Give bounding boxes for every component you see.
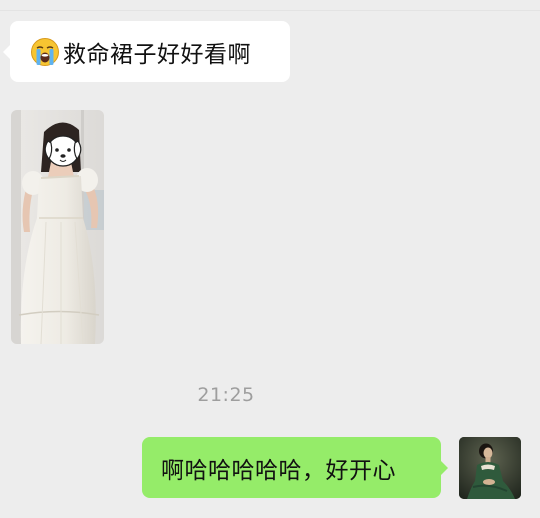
outgoing-message-bubble[interactable]: 啊哈哈哈哈哈，好开心 (142, 437, 448, 498)
incoming-message-text: 救命裙子好好看啊 (63, 41, 251, 68)
crying-face-icon (31, 37, 59, 66)
outgoing-message-text: 啊哈哈哈哈哈，好开心 (161, 457, 396, 484)
divider (0, 10, 540, 11)
dress-photo-image (11, 110, 104, 344)
user-avatar[interactable] (459, 437, 521, 499)
photo-message[interactable] (11, 110, 104, 344)
portrait-avatar-image (459, 437, 521, 499)
message-timestamp: 21:25 (197, 384, 255, 406)
incoming-message-bubble[interactable]: 救命裙子好好看啊 (3, 21, 290, 82)
